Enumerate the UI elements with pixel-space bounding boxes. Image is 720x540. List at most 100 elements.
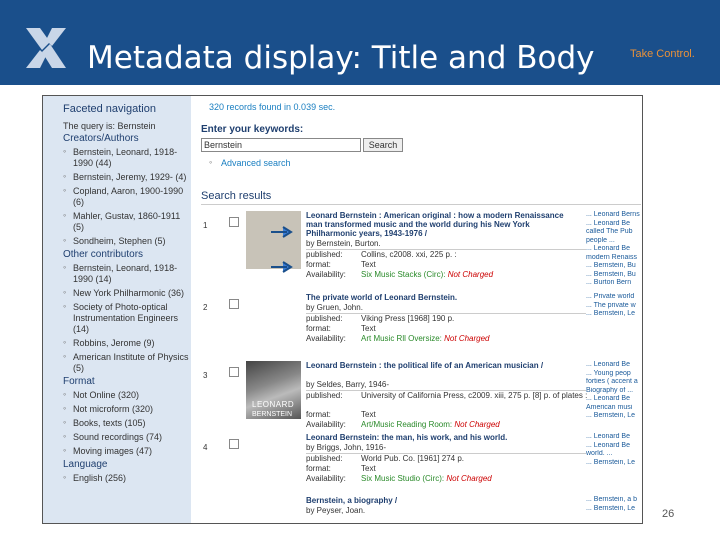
facet-item[interactable]: Not Online (320)	[63, 389, 191, 401]
facet-item[interactable]: New York Philharmonic (36)	[63, 287, 191, 299]
availability-value[interactable]: Art/Music Reading Room: Not Charged	[361, 420, 500, 429]
published-value: Collins, c2008. xxi, 225 p. :	[361, 250, 457, 259]
facet-section-label: Format	[63, 376, 95, 387]
facet-list: Bernstein, Leonard, 1918-1990 (44) Bernst…	[43, 146, 191, 247]
snippet-line: ... Leonard Be	[586, 219, 630, 227]
result-checkbox[interactable]	[229, 299, 239, 309]
result-author: by Gruen, John.	[306, 303, 363, 312]
availability-location: Art Music Rll Oversize:	[361, 334, 442, 343]
availability-status: Not Charged	[446, 474, 492, 483]
snippet-line: ... Leonard Be	[586, 395, 630, 402]
results-heading: Search results	[201, 190, 272, 202]
facet-item[interactable]: Mahler, Gustav, 1860-1911 (5)	[63, 210, 191, 233]
facet-item[interactable]: Bernstein, Jeremy, 1929- (4)	[63, 171, 191, 183]
facet-item[interactable]: Books, texts (105)	[63, 417, 191, 429]
snippet-line: forties ( accent a	[586, 378, 638, 385]
snippet-line: ... Private world	[586, 293, 635, 300]
facet-item[interactable]: American Institute of Physics (5)	[63, 351, 191, 374]
slide: Metadata display: Title and Body Take Co…	[0, 0, 720, 540]
result-number: 4	[203, 443, 208, 452]
result-title-link[interactable]: Leonard Bernstein : American original : …	[306, 211, 566, 238]
faceted-navigation-panel: Faceted navigation The query is: Bernste…	[43, 96, 191, 523]
published-value: World Pub. Co. [1961] 274 p.	[361, 454, 465, 463]
facet-item[interactable]: Bernstein, Leonard, 1918-1990 (44)	[63, 146, 191, 169]
result-title-link[interactable]: Leonard Bernstein: the man, his work, an…	[306, 433, 566, 442]
facet-item[interactable]: Moving images (47)	[63, 445, 191, 457]
availability-row: Availability: Six Music Studio (Circ): No…	[306, 474, 492, 483]
result-title-link[interactable]: Bernstein, a biography /	[306, 496, 566, 505]
slide-header: Metadata display: Title and Body Take Co…	[0, 0, 720, 85]
published-label: published:	[306, 454, 343, 463]
search-button[interactable]: Search	[363, 138, 403, 152]
result-number: 3	[203, 371, 208, 380]
format-value: Text	[361, 260, 376, 269]
facet-item[interactable]: Sondheim, Stephen (5)	[63, 235, 191, 247]
facet-section-label: Language	[63, 459, 108, 470]
availability-status: Not Charged	[447, 270, 494, 279]
cover-text: LEONARD	[252, 400, 295, 409]
result-snippets: ... Bernstein, a b... Bernstein, Le	[586, 496, 642, 513]
facet-item[interactable]: Sound recordings (74)	[63, 431, 191, 443]
result-checkbox[interactable]	[229, 367, 239, 377]
snippet-line: ... The private w	[586, 301, 636, 309]
facet-item[interactable]: Copland, Aaron, 1900-1990 (6)	[63, 185, 191, 208]
availability-row: Availability: Six Music Stacks (Circ): No…	[306, 270, 493, 279]
result-checkbox[interactable]	[229, 439, 239, 449]
snippet-line: ... Leonard Berns	[586, 211, 640, 218]
result-author: by Bernstein, Burton.	[306, 239, 381, 248]
snippet-line: ... Leonard Be	[586, 441, 630, 449]
availability-location: Six Music Stacks (Circ):	[361, 270, 446, 279]
arrow-pointer-icon	[271, 226, 293, 238]
snippet-line: ... Bernstein, a b	[586, 496, 637, 503]
availability-value[interactable]: Art Music Rll Oversize: Not Charged	[361, 334, 490, 343]
availability-label: Availability:	[306, 420, 346, 429]
advanced-search-bullet-icon: ◦	[209, 157, 213, 167]
cover-text: BERNSTEIN	[252, 411, 293, 418]
facet-item[interactable]: Bernstein, Leonard, 1918-1990 (14)	[63, 262, 191, 285]
availability-value[interactable]: Six Music Studio (Circ): Not Charged	[361, 474, 492, 483]
screenshot-panel: Faceted navigation The query is: Bernste…	[42, 95, 643, 524]
format-row: format: Text	[306, 324, 376, 333]
facet-item[interactable]: English (256)	[63, 472, 191, 484]
facet-sections: Creators/Authors Bernstein, Leonard, 1918…	[43, 133, 191, 484]
result-checkbox[interactable]	[229, 217, 239, 227]
availability-location: Six Music Studio (Circ):	[361, 474, 445, 483]
search-input[interactable]: Bernstein	[201, 138, 361, 152]
format-value: Text	[361, 464, 376, 473]
result-snippets: ... Private world... The private w... Be…	[586, 293, 642, 319]
snippet-line: ... Leonard Be	[586, 245, 630, 252]
facet-item[interactable]: Not microform (320)	[63, 403, 191, 415]
result-snippets: ... Leonard Be... Young peop forties ( ac…	[586, 361, 642, 421]
published-row: published: University of California Press…	[306, 391, 587, 400]
format-label: format:	[306, 464, 331, 473]
snippet-line: called The Pub	[586, 228, 633, 235]
format-value: Text	[361, 410, 376, 419]
format-value: Text	[361, 324, 376, 333]
result-snippets: ... Leonard Berns... Leonard Be called Th…	[586, 211, 642, 288]
slide-title: Metadata display: Title and Body	[87, 40, 595, 76]
results-divider	[201, 204, 641, 205]
published-row: published: World Pub. Co. [1961] 274 p.	[306, 454, 464, 463]
availability-status: Not Charged	[454, 420, 500, 429]
snippet-line: ... Bernstein, Le	[586, 310, 636, 317]
published-label: published:	[306, 314, 343, 323]
result-title-link[interactable]: The private world of Leonard Bernstein.	[306, 293, 566, 302]
facet-section-label: Creators/Authors	[63, 133, 139, 144]
result-title-link[interactable]: Leonard Bernstein : the political life o…	[306, 361, 566, 370]
facet-item[interactable]: Robbins, Jerome (9)	[63, 337, 191, 349]
availability-label: Availability:	[306, 334, 346, 343]
format-row: format: Text	[306, 464, 376, 473]
snippet-line: Biography of ...	[586, 386, 634, 394]
snippet-line: ... Bernstein, Le	[586, 504, 636, 512]
snippet-line: ... Burton Bern	[586, 279, 632, 286]
published-label: published:	[306, 250, 343, 259]
facet-item[interactable]: Society of Photo-optical Instrumentation…	[63, 301, 191, 335]
query-text: The query is: Bernstein	[63, 121, 156, 131]
page-number: 26	[662, 508, 675, 520]
facet-list: Bernstein, Leonard, 1918-1990 (14) New Yo…	[43, 262, 191, 374]
snippet-line: ... Bernstein, Le	[586, 458, 636, 466]
snippet-line: modern Renaiss	[586, 253, 637, 261]
records-found: 320 records found in 0.039 sec.	[209, 102, 336, 112]
advanced-search-link[interactable]: Advanced search	[221, 158, 291, 168]
availability-value[interactable]: Six Music Stacks (Circ): Not Charged	[361, 270, 493, 279]
